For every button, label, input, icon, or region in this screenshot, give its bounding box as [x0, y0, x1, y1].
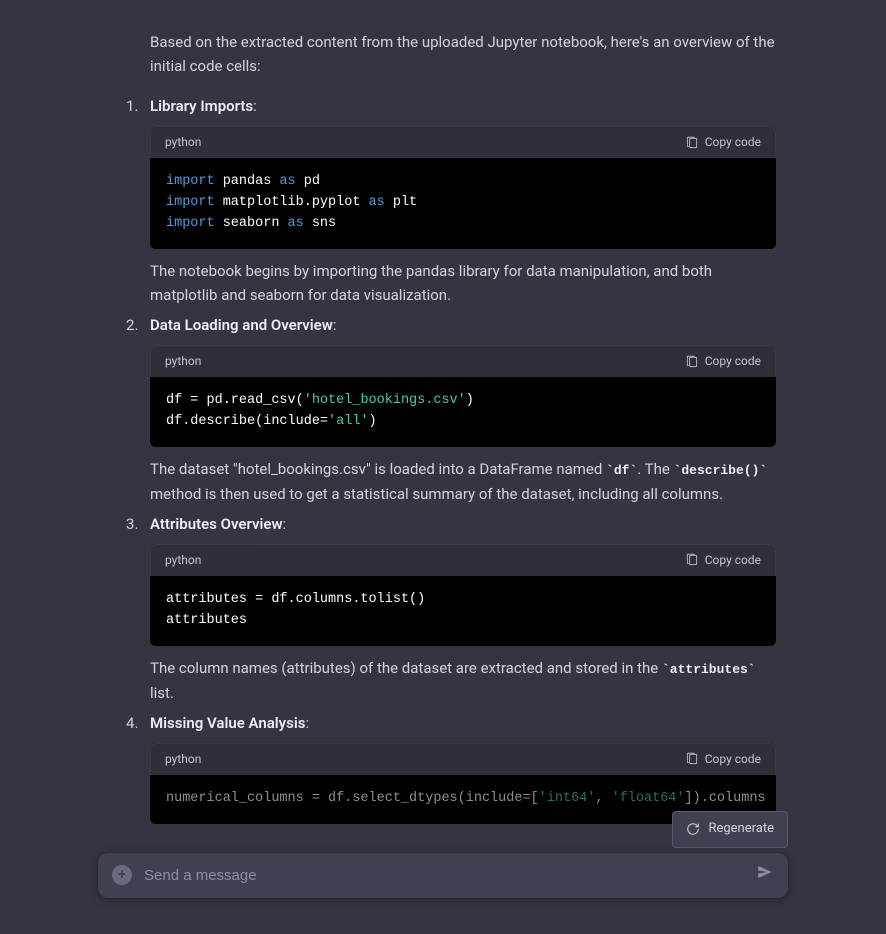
copy-label: Copy code — [705, 352, 761, 371]
item-title: Attributes Overview — [150, 515, 283, 533]
list-item: Data Loading and Overview: python Copy c… — [150, 313, 776, 506]
code-lang-label: python — [165, 352, 201, 371]
code-block: python Copy code import pandas as pd imp… — [150, 126, 776, 249]
regenerate-button[interactable]: Regenerate — [672, 811, 788, 848]
attach-plus-icon[interactable]: + — [112, 865, 132, 885]
code-header: python Copy code — [150, 743, 776, 775]
copy-label: Copy code — [705, 133, 761, 152]
clipboard-icon — [685, 752, 699, 766]
overview-list: Library Imports: python Copy code import… — [150, 94, 776, 824]
refresh-icon — [686, 822, 700, 836]
intro-text: Based on the extracted content from the … — [150, 30, 776, 78]
inline-code: `attributes` — [662, 662, 756, 677]
item-title: Missing Value Analysis — [150, 714, 305, 732]
chat-content: Based on the extracted content from the … — [0, 0, 886, 934]
clipboard-icon — [685, 136, 699, 150]
copy-label: Copy code — [705, 551, 761, 570]
inline-code: `df` — [606, 463, 637, 478]
copy-code-button[interactable]: Copy code — [685, 133, 761, 152]
code-header: python Copy code — [150, 544, 776, 576]
send-button[interactable] — [756, 863, 774, 888]
code-block: python Copy code attributes = df.columns… — [150, 544, 776, 646]
copy-label: Copy code — [705, 750, 761, 769]
regenerate-label: Regenerate — [708, 819, 774, 840]
item-description: The column names (attributes) of the dat… — [150, 656, 776, 705]
code-content: import pandas as pd import matplotlib.py… — [150, 158, 776, 249]
copy-code-button[interactable]: Copy code — [685, 352, 761, 371]
clipboard-icon — [685, 355, 699, 369]
item-description: The dataset "hotel_bookings.csv" is load… — [150, 457, 776, 506]
copy-code-button[interactable]: Copy code — [685, 551, 761, 570]
send-icon — [756, 863, 774, 881]
list-item: Library Imports: python Copy code import… — [150, 94, 776, 307]
code-lang-label: python — [165, 133, 201, 152]
copy-code-button[interactable]: Copy code — [685, 750, 761, 769]
code-block: python Copy code df = pd.read_csv('hotel… — [150, 345, 776, 447]
message-input-bar: + — [98, 853, 788, 898]
code-header: python Copy code — [150, 345, 776, 377]
code-content: attributes = df.columns.tolist() attribu… — [150, 576, 776, 646]
item-title: Data Loading and Overview — [150, 316, 333, 334]
item-description: The notebook begins by importing the pan… — [150, 259, 776, 307]
message-input[interactable] — [144, 867, 744, 884]
code-lang-label: python — [165, 750, 201, 769]
code-header: python Copy code — [150, 126, 776, 158]
clipboard-icon — [685, 553, 699, 567]
list-item: Attributes Overview: python Copy code at… — [150, 512, 776, 705]
item-title: Library Imports — [150, 97, 253, 115]
inline-code: `describe()` — [674, 463, 768, 478]
list-item: Missing Value Analysis: python Copy code… — [150, 711, 776, 824]
code-lang-label: python — [165, 551, 201, 570]
code-content: df = pd.read_csv('hotel_bookings.csv') d… — [150, 377, 776, 447]
